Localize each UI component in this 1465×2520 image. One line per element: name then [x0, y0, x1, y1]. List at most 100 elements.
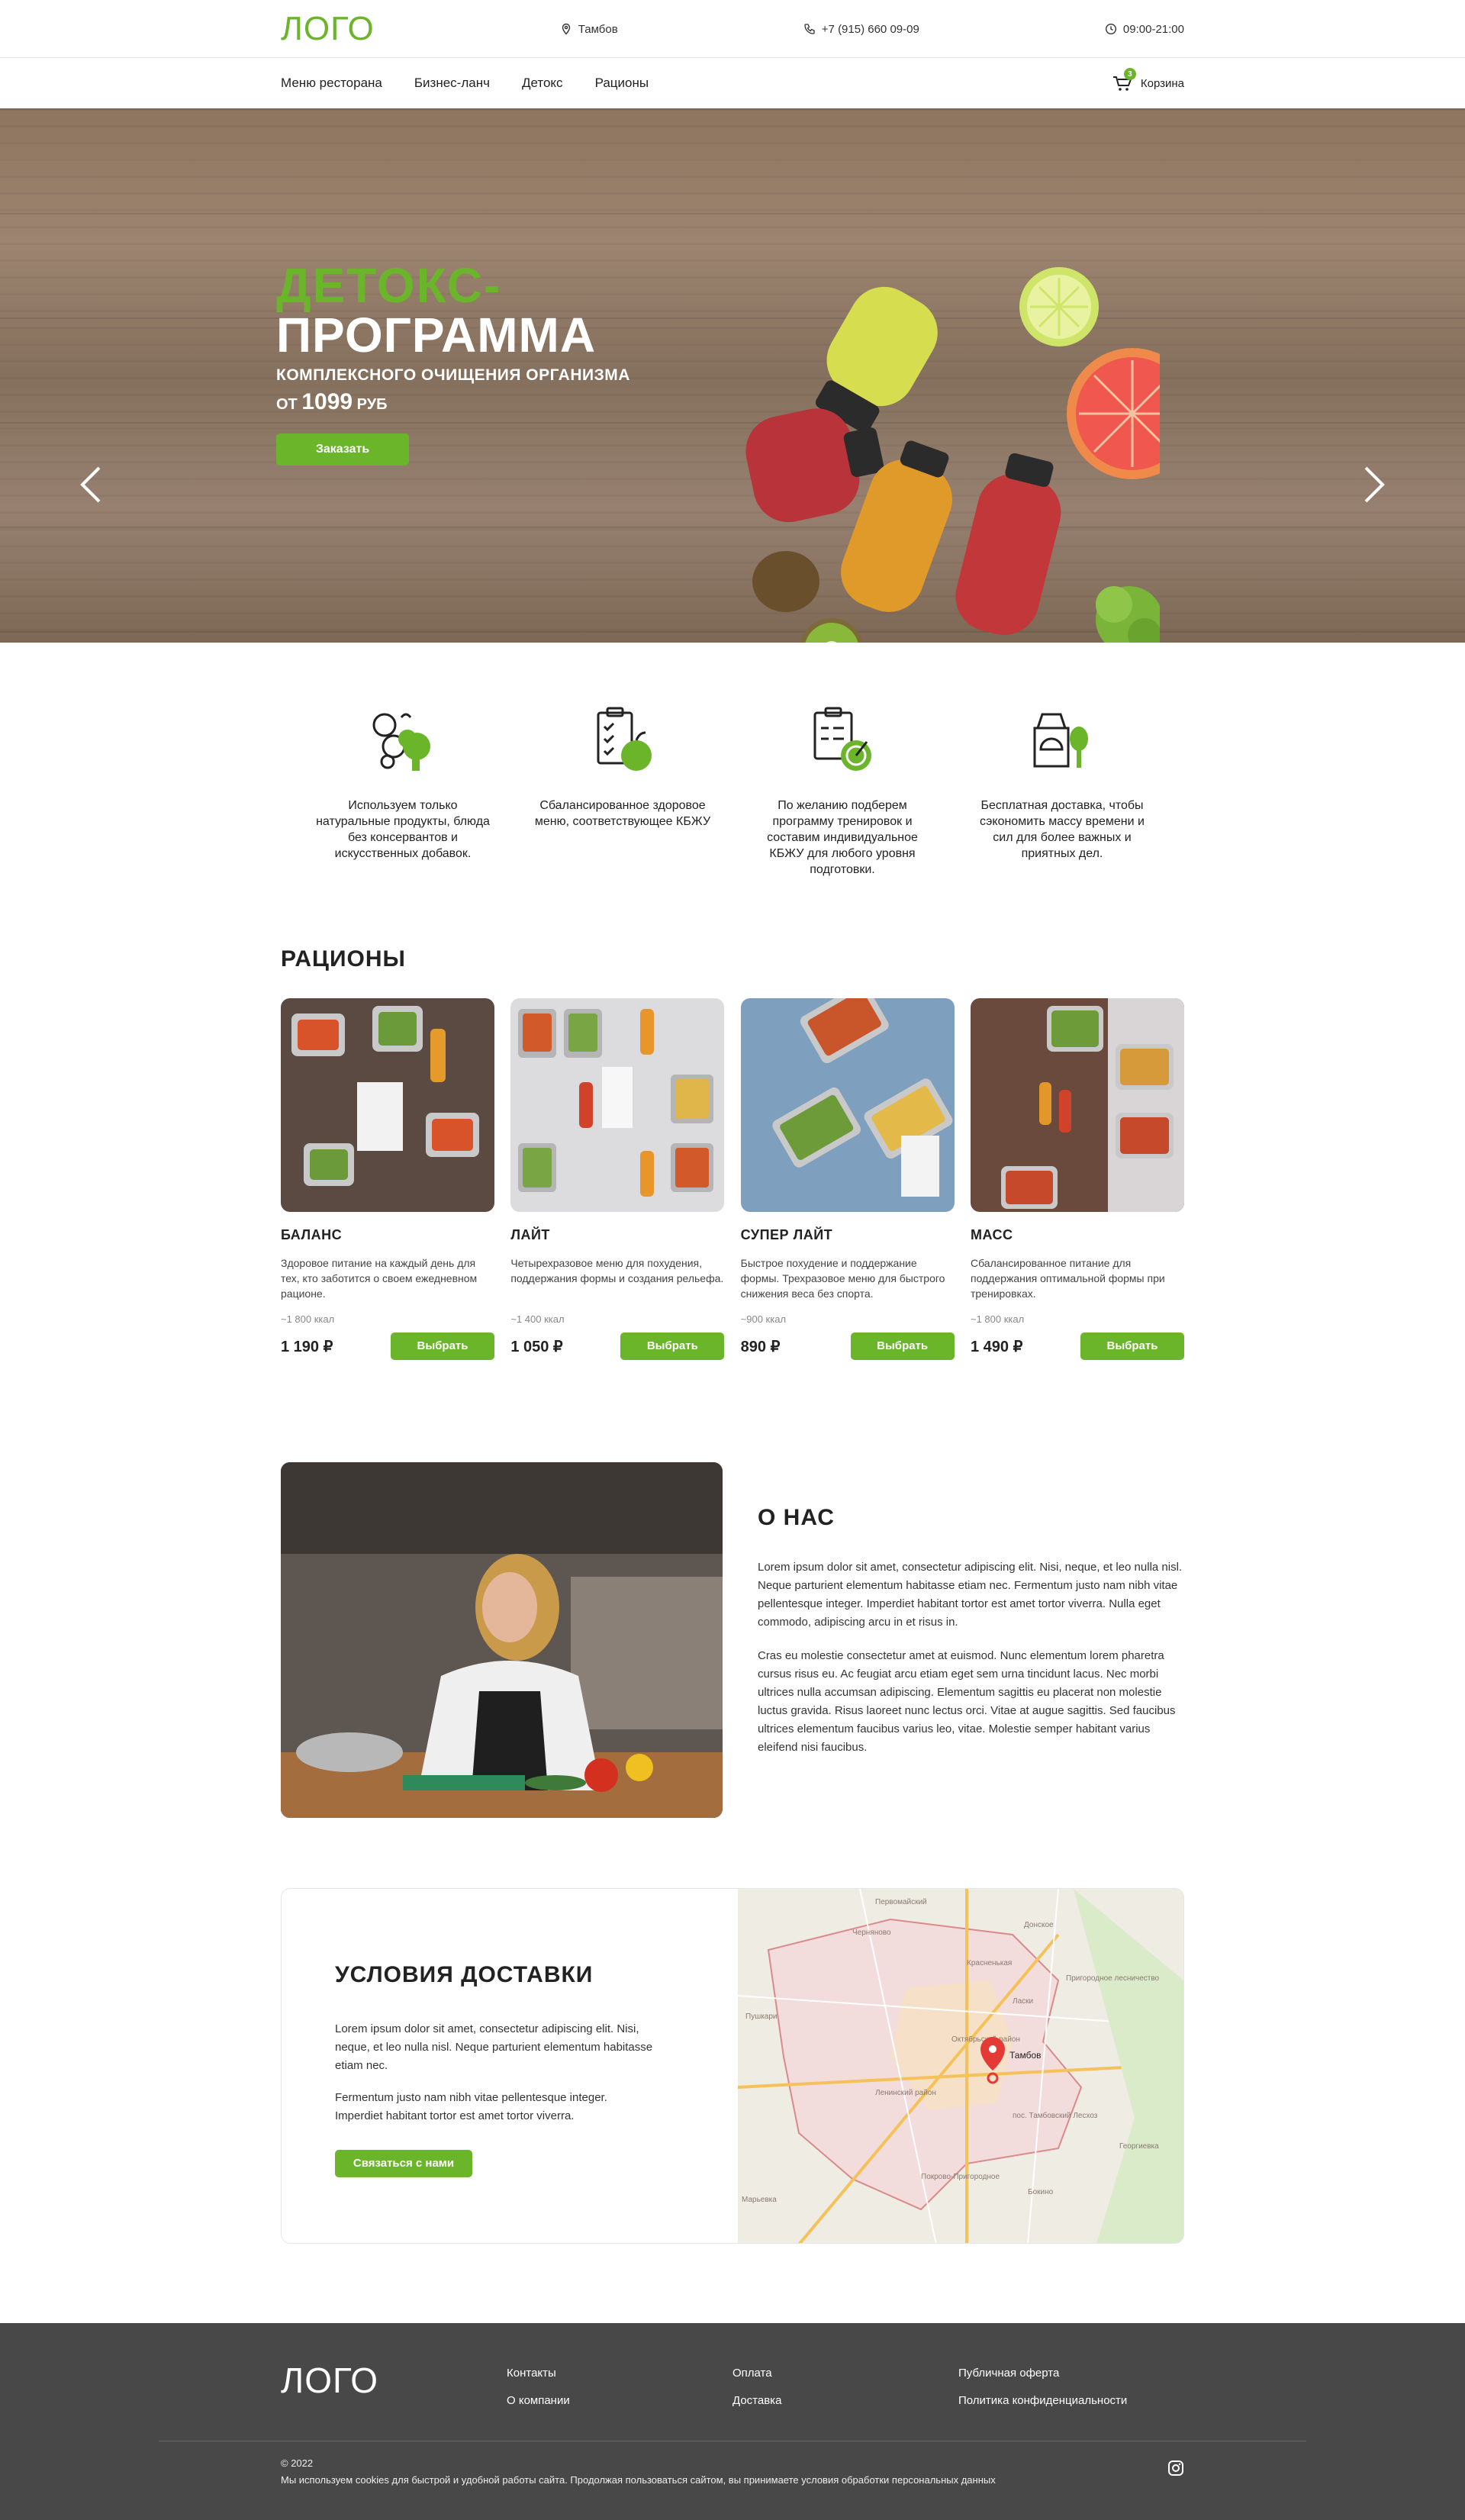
ration-name: МАСС: [970, 1227, 1013, 1242]
location-pin-icon: [562, 23, 570, 35]
map-label: Пушкари: [745, 2012, 778, 2021]
select-ration-button[interactable]: Выбрать: [1080, 1333, 1184, 1360]
hero-price-prefix: ОТ: [276, 396, 298, 413]
delivery-bag-icon: [1033, 713, 1088, 768]
footer-logo[interactable]: ЛОГО: [281, 2360, 507, 2441]
feature-text: По желанию подберем программу тренировок…: [767, 799, 918, 876]
footer-link-payment[interactable]: Оплата: [732, 2360, 958, 2387]
ration-kcal: ~1 400 ккал: [510, 1313, 565, 1325]
city-label: Тамбов: [578, 22, 618, 36]
ration-image[interactable]: [740, 998, 955, 1212]
cart-button[interactable]: 3 Корзина: [1112, 68, 1184, 92]
food-containers-image: [281, 998, 494, 1212]
map-label: Красненькая: [967, 1959, 1012, 1967]
city-selector[interactable]: Тамбов: [560, 23, 618, 36]
map-label: Бокино: [1028, 2188, 1054, 2196]
select-ration-button[interactable]: Выбрать: [391, 1333, 494, 1360]
natural-food-icon: [372, 713, 430, 771]
cookies-notice: Мы используем cookies для быстрой и удоб…: [281, 2474, 996, 2486]
map-label: Покрово-Пригородное: [921, 2173, 1000, 2181]
feature-free-delivery: Бесплатная доставка, чтобы сэкономить ма…: [971, 702, 1154, 878]
hero-price: ОТ 1099 РУБ: [276, 389, 630, 415]
ration-price: 1 050 ₽: [510, 1338, 563, 1355]
clock-icon: [1105, 23, 1116, 35]
slider-prev-arrow-icon[interactable]: [79, 466, 102, 504]
about-paragraph: Cras eu molestie consectetur amet at eui…: [757, 1649, 1176, 1754]
footer-link-delivery[interactable]: Доставка: [732, 2387, 958, 2415]
workout-plan-icon: [813, 707, 871, 771]
footer-link-offer[interactable]: Публичная оферта: [958, 2360, 1184, 2387]
footer-link-about[interactable]: О компании: [507, 2387, 732, 2415]
ration-image[interactable]: [281, 998, 494, 1212]
ration-kcal: ~1 800 ккал: [281, 1313, 335, 1325]
ration-description: Здоровое питание на каждый день для тех,…: [281, 1257, 478, 1300]
feature-balanced-menu: Сбалансированное здоровое меню, соответс…: [531, 702, 714, 878]
ration-description: Быстрое похудение и поддержание формы. Т…: [740, 1257, 945, 1300]
ration-image[interactable]: [970, 998, 1184, 1212]
ration-image[interactable]: [510, 998, 725, 1212]
food-containers-image: [510, 998, 725, 1212]
main-nav: Меню ресторана Бизнес-ланч Детокс Рацион…: [0, 58, 1465, 108]
working-hours: 09:00-21:00: [1105, 23, 1184, 36]
slider-next-arrow-icon[interactable]: [1363, 466, 1386, 504]
about-title: О НАС: [757, 1505, 835, 1530]
order-button[interactable]: Заказать: [276, 433, 409, 466]
hero-price-suffix: РУБ: [356, 396, 388, 413]
cart-label: Корзина: [1140, 76, 1184, 90]
logo[interactable]: ЛОГО: [281, 10, 375, 48]
ration-price: 1 190 ₽: [281, 1338, 333, 1355]
ration-description: Четырехразовое меню для похудения, подде…: [510, 1257, 724, 1284]
ration-name: ЛАЙТ: [510, 1227, 550, 1242]
footer-link-contacts[interactable]: Контакты: [507, 2360, 732, 2387]
checklist-icon: [597, 707, 652, 771]
map-label: Марьевка: [742, 2196, 777, 2204]
nav-item-restaurant-menu[interactable]: Меню ресторана: [281, 76, 382, 91]
delivery-map[interactable]: Первомайский Донское Красненькая Пригоро…: [737, 1889, 1183, 2243]
feature-text: Бесплатная доставка, чтобы сэкономить ма…: [980, 799, 1145, 860]
ration-price: 890 ₽: [740, 1338, 781, 1355]
delivery-section: УСЛОВИЯ ДОСТАВКИ Lorem ipsum dolor sit a…: [281, 1888, 1184, 2244]
select-ration-button[interactable]: Выбрать: [620, 1333, 725, 1360]
phone-icon: [804, 24, 815, 34]
cart-icon: 3: [1112, 68, 1136, 92]
rations-section: РАЦИОНЫ БАЛАНС Здоровое питание на кажды…: [281, 946, 1184, 1360]
ration-card: МАСС Сбалансированное питание для поддер…: [970, 998, 1184, 1360]
hero-slider: ДЕТОКС- ПРОГРАММА КОМПЛЕКСНОГО ОЧИЩЕНИЯ …: [0, 108, 1465, 643]
food-containers-image: [970, 998, 1184, 1212]
hero-content: ДЕТОКС- ПРОГРАММА КОМПЛЕКСНОГО ОЧИЩЕНИЯ …: [276, 261, 630, 466]
nav-item-rations[interactable]: Рационы: [595, 76, 649, 91]
nav-item-business-lunch[interactable]: Бизнес-ланч: [414, 76, 490, 91]
nav-item-detox[interactable]: Детокс: [522, 76, 563, 91]
map-label: Первомайский: [875, 1898, 927, 1906]
hero-subtitle: КОМПЛЕКСНОГО ОЧИЩЕНИЯ ОРГАНИЗМА: [276, 366, 630, 384]
about-section: О НАС Lorem ipsum dolor sit amet, consec…: [281, 1462, 1184, 1818]
ration-kcal: ~1 800 ккал: [970, 1313, 1025, 1325]
delivery-paragraph: Lorem ipsum dolor sit amet, consectetur …: [335, 2022, 653, 2072]
feature-workout-plan: По желанию подберем программу тренировок…: [751, 702, 934, 878]
about-paragraph: Lorem ipsum dolor sit amet, consectetur …: [757, 1561, 1183, 1629]
map-label: Пригородное лесничество: [1066, 1974, 1160, 1983]
select-ration-button[interactable]: Выбрать: [850, 1333, 955, 1360]
detox-bottles-image: [745, 267, 1160, 643]
hours-label: 09:00-21:00: [1122, 22, 1184, 36]
cart-count-badge: 3: [1123, 68, 1136, 80]
map-graphic: Первомайский Донское Красненькая Пригоро…: [737, 1889, 1183, 2243]
map-label: пос. Тамбовский Лесхоз: [1013, 2111, 1098, 2120]
hero-title-accent: ДЕТОКС-: [276, 258, 502, 313]
instagram-icon[interactable]: [1167, 2460, 1184, 2476]
delivery-paragraph: Fermentum justo nam nibh vitae pellentes…: [335, 2091, 607, 2122]
map-label: Донское: [1024, 1921, 1054, 1929]
footer-link-privacy[interactable]: Политика конфиденциальности: [958, 2387, 1184, 2415]
ration-kcal: ~900 ккал: [740, 1313, 787, 1325]
features-list: Используем только натуральные продукты, …: [281, 702, 1184, 878]
contact-us-button[interactable]: Связаться с нами: [335, 2150, 472, 2177]
ration-name: БАЛАНС: [281, 1227, 343, 1242]
ration-card: БАЛАНС Здоровое питание на каждый день д…: [281, 998, 494, 1360]
phone-link[interactable]: +7 (915) 660 09-09: [803, 23, 919, 36]
hero-title: ПРОГРАММА: [276, 308, 597, 363]
map-label: Ленинский район: [875, 2089, 936, 2097]
feature-text: Используем только натуральные продукты, …: [316, 799, 490, 860]
ration-description: Сбалансированное питание для поддержания…: [970, 1257, 1165, 1300]
food-containers-image: [740, 998, 955, 1212]
ration-name: СУПЕР ЛАЙТ: [740, 1227, 833, 1242]
